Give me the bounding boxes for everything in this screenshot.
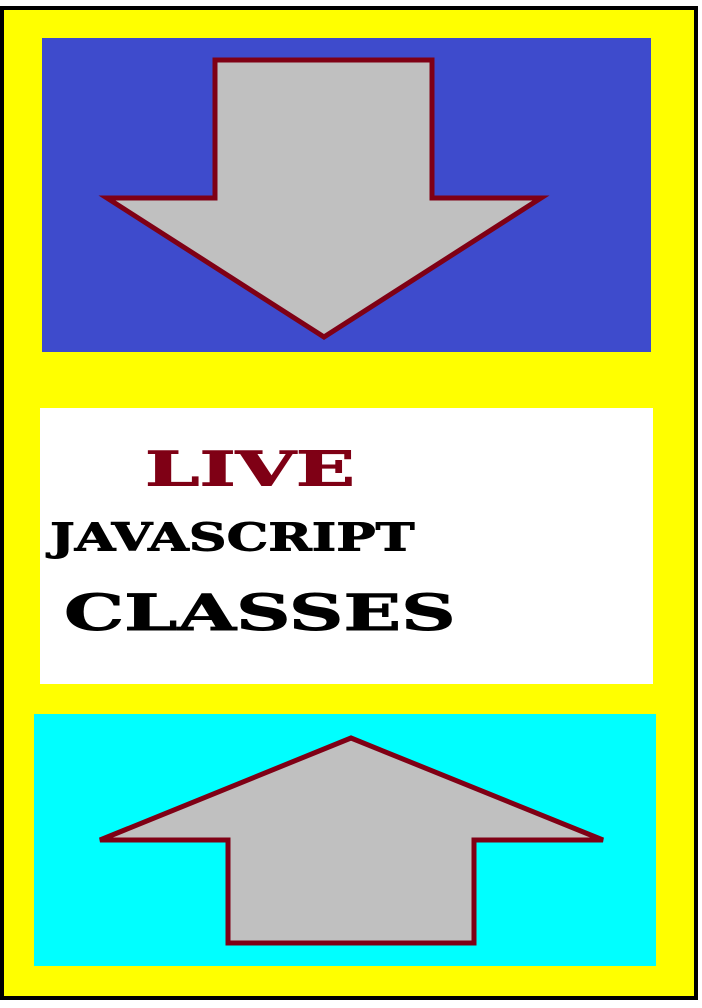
title-classes: CLASSES: [63, 583, 456, 643]
arrow-layer: [98, 57, 604, 946]
title-javascript: JAVASCRIPT: [49, 515, 415, 561]
title-live: LIVE: [144, 440, 356, 497]
arrow-down-icon: [98, 57, 550, 340]
arrow-up-icon: [99, 735, 604, 946]
